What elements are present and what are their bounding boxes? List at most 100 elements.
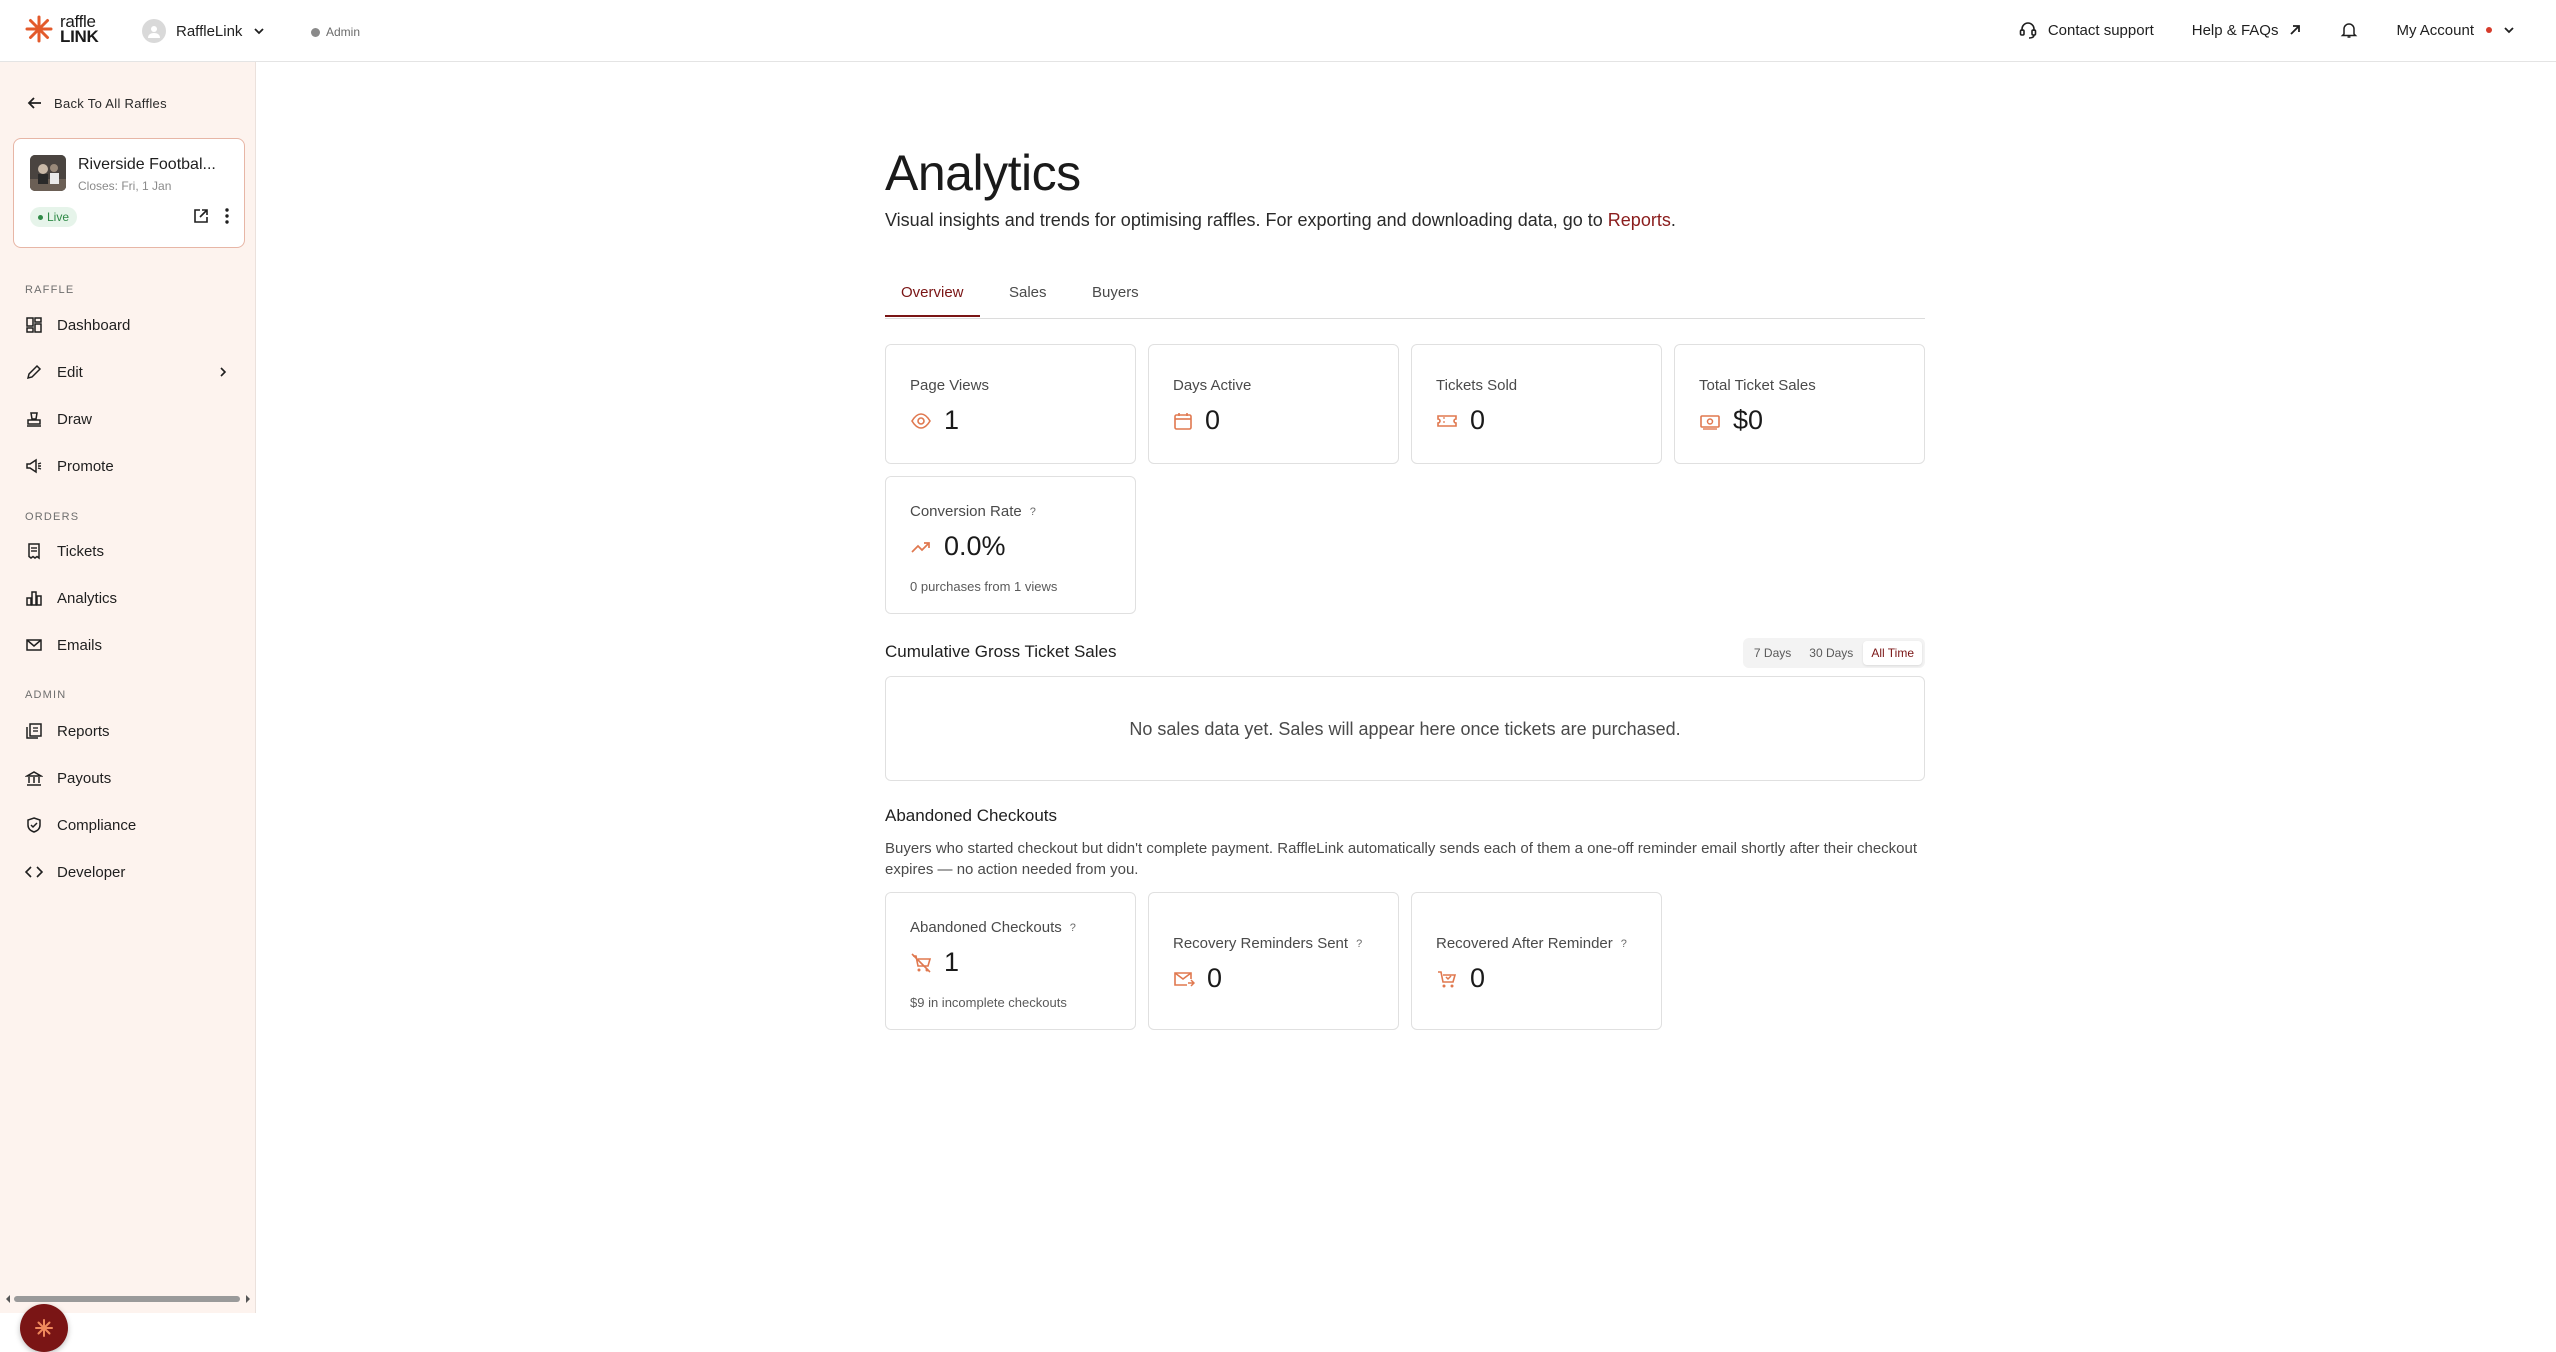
back-to-all-raffles-link[interactable]: Back To All Raffles: [26, 94, 167, 112]
stat-value: 0.0%: [910, 531, 1006, 562]
recovered-label: Recovered After Reminder: [1436, 935, 1613, 952]
recovery-reminders-label: Recovery Reminders Sent: [1173, 935, 1349, 952]
org-switcher[interactable]: RaffleLink: [142, 19, 266, 43]
contact-support-link[interactable]: Contact support: [2018, 20, 2154, 40]
raffle-image-icon: [30, 155, 66, 191]
abandoned-checkouts-description: Buyers who started checkout but didn't c…: [885, 840, 1918, 878]
sidebar-item-analytics[interactable]: Analytics: [25, 589, 230, 607]
live-dot: [38, 214, 43, 220]
stat-value: 1: [910, 405, 959, 436]
mail-icon: [26, 639, 42, 651]
sidebar-item-label: Analytics: [57, 589, 118, 607]
sidebar-item-payouts[interactable]: Payouts: [25, 769, 230, 787]
trending-up-icon: [911, 541, 930, 553]
tab-buyers[interactable]: Buyers: [1076, 284, 1155, 315]
main-content: Analytics Visual insights and trends for…: [256, 62, 2556, 1313]
sidebar-item-emails[interactable]: Emails: [25, 636, 230, 654]
org-name: RaffleLink: [176, 22, 243, 40]
bar-chart-icon: [26, 591, 42, 606]
sidebar-item-edit[interactable]: Edit: [25, 363, 230, 381]
asterisk-logo-icon: [25, 15, 53, 43]
cash-icon: [1700, 414, 1720, 430]
sidebar-horizontal-scrollbar[interactable]: [4, 1294, 252, 1304]
arrow-left-icon: [27, 97, 41, 109]
sales-chart-empty-state: No sales data yet. Sales will appear her…: [885, 676, 1925, 781]
sidebar-item-reports[interactable]: Reports: [25, 722, 230, 740]
page-title: Analytics: [885, 145, 1081, 201]
tab-sales[interactable]: Sales: [993, 284, 1063, 315]
help-tooltip-icon[interactable]: ?: [1070, 922, 1076, 934]
raffle-card-actions: [192, 207, 230, 225]
page-subtitle-end: .: [1670, 210, 1676, 230]
shield-small-icon: [311, 27, 320, 37]
help-tooltip-icon[interactable]: ?: [1030, 506, 1036, 518]
admin-role-label: Admin: [326, 25, 361, 39]
help-faqs-link[interactable]: Help & FAQs: [2192, 22, 2303, 39]
sidebar-item-label: Tickets: [57, 542, 104, 560]
scroll-left-arrow-icon: [6, 1295, 10, 1303]
stat-value: 0: [1173, 963, 1222, 994]
chevron-down-icon: [2504, 27, 2514, 34]
more-vertical-icon[interactable]: [224, 207, 230, 225]
conversion-label: Conversion Rate: [910, 503, 1022, 520]
stat-label: Tickets Sold: [1436, 377, 1518, 394]
raffle-name: Riverside Footbal...: [78, 156, 216, 173]
days-active-value: 0: [1205, 405, 1221, 435]
total-ticket-sales-value: $0: [1733, 405, 1764, 435]
back-link-label: Back To All Raffles: [54, 95, 167, 111]
raffle-close-date: Closes: Fri, 1 Jan: [78, 179, 172, 193]
stat-card-days-active: Days Active 0: [1148, 344, 1399, 464]
page-views-value: 1: [944, 405, 960, 435]
help-faqs-label: Help & FAQs: [2191, 21, 2279, 39]
contact-support-label: Contact support: [2047, 21, 2154, 39]
page-subtitle: Visual insights and trends for optimisin…: [885, 210, 1676, 231]
notifications-button[interactable]: [2340, 21, 2358, 39]
sidebar-item-compliance[interactable]: Compliance: [25, 816, 230, 834]
stat-card-conversion-rate: Conversion Rate ? 0.0% 0 purchases from …: [885, 476, 1136, 614]
stat-card-tickets-sold: Tickets Sold 0: [1411, 344, 1662, 464]
account-alert-dot: [2486, 27, 2492, 33]
help-tooltip-icon[interactable]: ?: [1621, 938, 1627, 950]
sidebar-item-label: Edit: [57, 363, 83, 381]
range-30-days[interactable]: 30 Days: [1801, 641, 1861, 665]
draw-stamp-icon: [27, 412, 41, 427]
open-external-icon[interactable]: [192, 207, 210, 225]
stat-card-recovery-reminders: Recovery Reminders Sent ? 0: [1148, 892, 1399, 1030]
admin-role-badge: Admin: [310, 25, 360, 39]
abandoned-checkouts-value: 1: [944, 947, 960, 977]
chevron-right-icon: [220, 367, 227, 377]
stat-card-page-views: Page Views 1: [885, 344, 1136, 464]
tickets-sold-value: 0: [1470, 405, 1486, 435]
top-right-nav: Contact support Help & FAQs My Account: [2018, 20, 2516, 40]
raffle-link-logo[interactable]: raffle LINK: [24, 13, 99, 45]
tab-overview[interactable]: Overview: [885, 284, 980, 317]
sidebar-item-developer[interactable]: Developer: [25, 863, 230, 881]
help-tooltip-icon[interactable]: ?: [1356, 938, 1362, 950]
asterisk-icon: [35, 1319, 53, 1337]
sidebar-item-draw[interactable]: Draw: [25, 410, 230, 428]
sidebar-item-tickets[interactable]: Tickets: [25, 542, 230, 560]
section-label-admin: ADMIN: [25, 689, 67, 701]
mail-send-icon: [1174, 971, 1195, 987]
stat-value: 0: [1436, 963, 1485, 994]
sidebar: Back To All Raffles Riverside Footbal...…: [0, 62, 256, 1352]
scrollbar-thumb[interactable]: [14, 1296, 240, 1302]
analytics-tabs: Overview Sales Buyers: [885, 272, 1925, 319]
stat-value: 1: [910, 947, 959, 978]
conversion-footnote: 0 purchases from 1 views: [910, 579, 1058, 594]
assistant-launcher-button[interactable]: [20, 1304, 68, 1352]
current-raffle-card[interactable]: Riverside Footbal... Closes: Fri, 1 Jan …: [13, 138, 245, 248]
sidebar-item-label: Developer: [57, 863, 126, 881]
my-account-menu[interactable]: My Account: [2396, 22, 2516, 39]
sidebar-item-dashboard[interactable]: Dashboard: [25, 316, 230, 334]
page-subtitle-text: Visual insights and trends for optimisin…: [885, 210, 1603, 230]
eye-icon: [911, 412, 931, 429]
reports-link[interactable]: Reports: [1608, 210, 1671, 230]
abandoned-checkouts-footnote: $9 in incomplete checkouts: [910, 995, 1067, 1010]
headset-icon: [2019, 22, 2037, 39]
range-7-days[interactable]: 7 Days: [1746, 641, 1799, 665]
sidebar-item-label: Promote: [57, 457, 114, 475]
my-account-label: My Account: [2396, 21, 2474, 39]
range-all-time[interactable]: All Time: [1863, 641, 1922, 665]
sidebar-item-promote[interactable]: Promote: [25, 457, 230, 475]
